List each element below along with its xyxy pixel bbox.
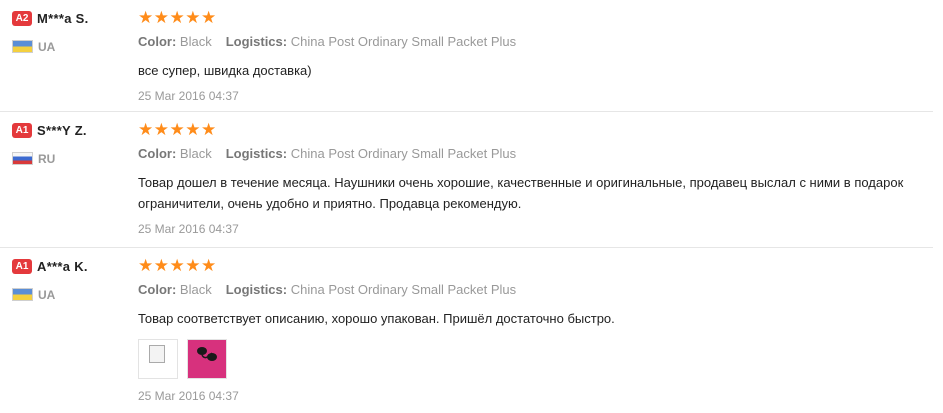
star-icon: ★	[169, 8, 186, 27]
star-icon: ★	[185, 256, 201, 275]
country-code: RU	[38, 151, 56, 166]
review-content: ★★★★★ Color: Black Logistics: China Post …	[138, 120, 933, 236]
logistics-value: China Post Ordinary Small Packet Plus	[290, 34, 517, 49]
star-icon: ★	[153, 8, 170, 27]
review-photo-thumbnail[interactable]	[138, 339, 178, 379]
reviewer-info: A2 M***a S. UA	[12, 10, 132, 56]
review-date: 25 Mar 2016 04:37	[138, 89, 239, 103]
review-photo-thumbnail[interactable]	[187, 339, 228, 379]
review-text-line: Товар дошел в течение месяца. Наушники о…	[138, 175, 904, 190]
reviewer-info: A1 S***Y Z. RU	[12, 122, 132, 168]
review-text: Товар дошел в течение месяца. Наушники о…	[138, 172, 933, 214]
reviewer-country: RU	[12, 150, 132, 168]
logistics-value: China Post Ordinary Small Packet Plus	[290, 282, 517, 297]
logistics-label: Logistics:	[225, 282, 288, 297]
review-photos	[138, 339, 933, 381]
ukraine-flag-icon	[12, 40, 33, 54]
color-value: Black	[179, 34, 212, 49]
star-icon: ★	[201, 8, 217, 27]
order-attributes: Color: Black Logistics: China Post Ordina…	[138, 282, 933, 298]
buyer-level-badge: A1	[12, 259, 32, 275]
logistics-label: Logistics:	[225, 146, 288, 161]
review-item: A1 A***a K. UA ★★★★★ Color: Black Logistic…	[0, 248, 933, 413]
reviewer-info: A1 A***a K. UA	[12, 258, 132, 304]
reviewer-country: UA	[12, 286, 132, 304]
color-value: Black	[179, 146, 212, 161]
country-code: UA	[38, 39, 56, 54]
buyer-level-badge: A1	[12, 123, 32, 139]
review-text-line: ограничители, очень удобно и приятно. Пр…	[138, 196, 522, 211]
order-attributes: Color: Black Logistics: China Post Ordina…	[138, 146, 933, 162]
review-date: 25 Mar 2016 04:37	[138, 389, 239, 403]
buyer-level-badge: A2	[12, 11, 32, 27]
color-label: Color:	[138, 146, 177, 161]
star-icon: ★	[138, 256, 154, 275]
star-rating: ★★★★★	[138, 8, 933, 28]
star-icon: ★	[153, 120, 170, 139]
star-icon: ★	[169, 256, 186, 275]
star-icon: ★	[185, 120, 201, 139]
review-item: A1 S***Y Z. RU ★★★★★ Color: Black Logistic…	[0, 112, 933, 248]
star-icon: ★	[185, 8, 201, 27]
country-code: UA	[38, 287, 56, 302]
color-label: Color:	[138, 282, 177, 297]
review-content: ★★★★★ Color: Black Logistics: China Post …	[138, 256, 933, 403]
logistics-value: China Post Ordinary Small Packet Plus	[290, 146, 517, 161]
review-text: Товар соответствует описанию, хорошо упа…	[138, 311, 615, 326]
star-icon: ★	[138, 120, 154, 139]
color-label: Color:	[138, 34, 177, 49]
order-attributes: Color: Black Logistics: China Post Ordina…	[138, 34, 933, 50]
reviewer-name: M***a S.	[37, 11, 89, 27]
star-icon: ★	[169, 120, 186, 139]
reviewer-country: UA	[12, 38, 132, 56]
star-icon: ★	[201, 120, 217, 139]
review-content: ★★★★★ Color: Black Logistics: China Post …	[138, 8, 933, 103]
reviewer-name: A***a K.	[37, 259, 88, 275]
star-icon: ★	[138, 8, 154, 27]
color-value: Black	[179, 282, 212, 297]
broken-image-icon	[149, 345, 165, 363]
review-item: A2 M***a S. UA ★★★★★ Color: Black Logistic…	[0, 0, 933, 112]
review-text: все супер, швидка доставка)	[138, 63, 312, 78]
logistics-label: Logistics:	[225, 34, 288, 49]
earphones-photo-icon	[197, 347, 218, 361]
ukraine-flag-icon	[12, 288, 33, 302]
star-icon: ★	[201, 256, 217, 275]
review-date: 25 Mar 2016 04:37	[138, 222, 239, 236]
star-rating: ★★★★★	[138, 120, 933, 140]
reviewer-name: S***Y Z.	[37, 123, 87, 139]
russia-flag-icon	[12, 152, 33, 166]
star-icon: ★	[153, 256, 170, 275]
star-rating: ★★★★★	[138, 256, 933, 276]
